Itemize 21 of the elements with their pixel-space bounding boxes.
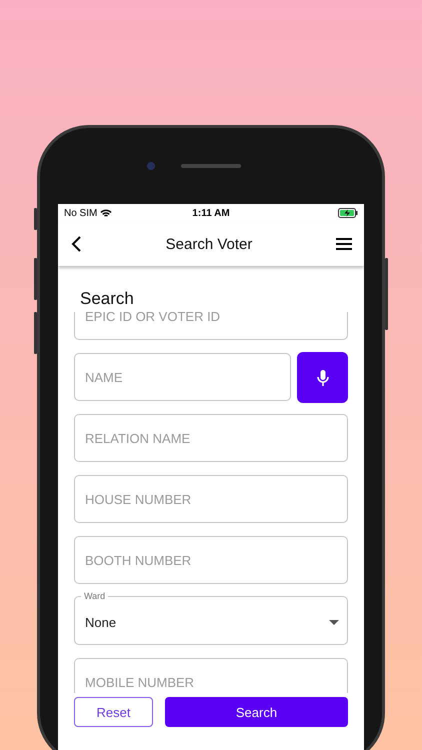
input-field[interactable]: HOUSE NUMBER [74,475,348,523]
carrier-text: No SIM [64,208,98,218]
search-button[interactable]: Search [165,697,348,727]
back-icon [70,236,82,252]
reset-button[interactable]: Reset [74,697,153,727]
dropdown-caret-icon [329,620,339,625]
menu-button[interactable] [334,236,354,252]
wifi-icon [100,208,112,218]
voice-input-button[interactable] [297,352,348,403]
screen-title: Search Voter [164,236,254,252]
input-field[interactable]: MOBILE NUMBER [74,658,348,693]
section-heading: Search [79,288,135,310]
input-field[interactable]: NAME [74,353,291,401]
ward-dropdown[interactable]: Ward None [74,591,348,645]
input-field[interactable]: BOOTH NUMBER [74,536,348,584]
camera-icon [147,162,155,170]
microphone-icon [316,368,328,386]
speaker-icon [181,164,241,168]
menu-icon [336,238,352,250]
input-field[interactable]: RELATION NAME [74,414,348,462]
time-text: 1:11 AM [192,208,230,218]
